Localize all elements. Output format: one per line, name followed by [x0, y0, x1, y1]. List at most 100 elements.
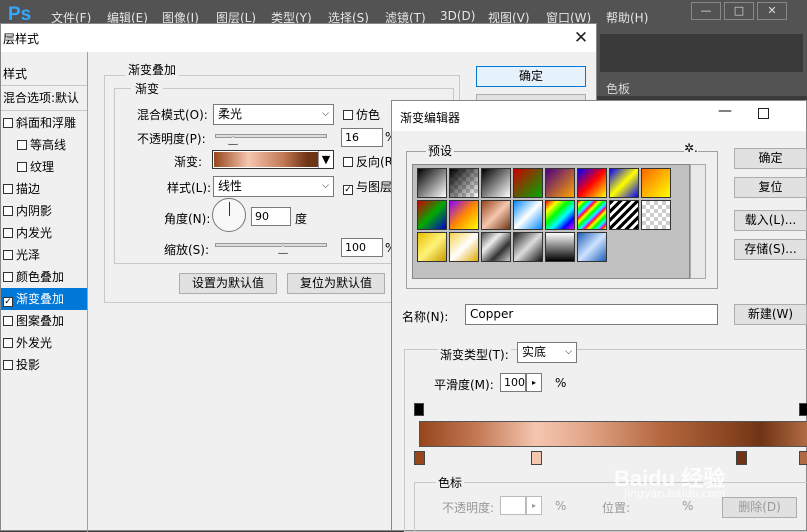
sidebar-item-inner-glow[interactable]: 内发光 — [1, 222, 87, 244]
checkbox[interactable] — [3, 316, 13, 326]
checkbox[interactable] — [3, 118, 13, 128]
sidebar-item-bevel-emboss[interactable]: 斜面和浮雕 — [1, 112, 87, 134]
color-stop[interactable] — [531, 451, 542, 465]
gradient-ok-button[interactable]: 确定 — [734, 148, 807, 169]
checkbox[interactable] — [3, 272, 13, 282]
gradient-save-button[interactable]: 存储(S)... — [734, 239, 807, 260]
preset-swatch[interactable] — [609, 168, 639, 198]
chevron-down-icon: ⌵ — [322, 181, 329, 191]
preset-swatch[interactable] — [641, 168, 671, 198]
gradient-type-select[interactable]: 实底 ⌵ — [517, 342, 577, 363]
preset-swatch[interactable] — [577, 200, 607, 230]
sidebar-item-drop-shadow[interactable]: 投影 — [1, 354, 87, 376]
stop-opacity-input[interactable] — [500, 496, 526, 515]
close-icon[interactable]: ✕ — [569, 27, 593, 49]
menu-3d[interactable]: 3D(D) — [440, 9, 475, 23]
preset-swatch[interactable] — [513, 168, 543, 198]
minimize-icon[interactable]: — — [714, 103, 736, 125]
dropdown-arrow-icon[interactable]: ▼ — [318, 151, 333, 168]
checkbox[interactable] — [3, 206, 13, 216]
set-default-button[interactable]: 设置为默认值 — [179, 273, 277, 294]
style-select[interactable]: 线性 ⌵ — [213, 176, 334, 197]
sidebar-item-pattern-overlay[interactable]: 图案叠加 — [1, 310, 87, 332]
sidebar-item-color-overlay[interactable]: 颜色叠加 — [1, 266, 87, 288]
sidebar-item-satin[interactable]: 光泽 — [1, 244, 87, 266]
scale-slider[interactable] — [215, 243, 327, 247]
preset-swatch[interactable] — [545, 168, 575, 198]
blend-mode-select[interactable]: 柔光 ⌵ — [213, 104, 334, 125]
preset-swatch[interactable] — [449, 200, 479, 230]
preset-swatch[interactable] — [513, 232, 543, 262]
color-stop[interactable] — [736, 451, 747, 465]
preset-swatch[interactable] — [449, 168, 479, 198]
align-with-layer-checkbox[interactable]: ✓ 与图层 — [343, 178, 392, 195]
delete-stop-button[interactable]: 删除(D) — [722, 497, 797, 518]
opacity-stop-right[interactable] — [799, 403, 807, 416]
smoothness-label: 平滑度(M): — [434, 378, 494, 392]
minimize-icon[interactable]: — — [691, 2, 721, 20]
checkbox[interactable] — [3, 338, 13, 348]
sidebar-item-stroke[interactable]: 描边 — [1, 178, 87, 200]
opacity-input[interactable]: 16 — [341, 128, 383, 147]
sidebar-header-styles[interactable]: 样式 — [1, 63, 87, 85]
presets-scrollbar[interactable] — [690, 164, 706, 279]
checkbox[interactable] — [3, 184, 13, 194]
gradient-picker[interactable]: ▼ — [212, 150, 334, 169]
new-gradient-button[interactable]: 新建(W) — [734, 304, 807, 325]
checkbox-checked[interactable]: ✓ — [3, 297, 13, 307]
opacity-slider[interactable] — [215, 134, 327, 138]
layer-style-ok-button[interactable]: 确定 — [476, 66, 586, 87]
maximize-icon[interactable]: □ — [724, 2, 754, 20]
preset-swatch[interactable] — [545, 200, 575, 230]
preset-swatch[interactable] — [417, 232, 447, 262]
checkbox[interactable] — [3, 228, 13, 238]
opacity-stop-left[interactable] — [414, 403, 424, 416]
checkbox[interactable] — [3, 360, 13, 370]
reset-default-button[interactable]: 复位为默认值 — [287, 273, 385, 294]
preset-swatch[interactable] — [609, 200, 639, 230]
gradient-label: 渐变: — [174, 155, 203, 169]
sidebar-item-gradient-overlay[interactable]: ✓ 渐变叠加 — [1, 288, 87, 310]
gradient-bar[interactable] — [419, 421, 807, 447]
app-close-icon[interactable]: ✕ — [757, 2, 787, 20]
preset-swatch[interactable] — [577, 168, 607, 198]
color-stop[interactable] — [799, 451, 807, 465]
swatches-tab[interactable]: 色板 — [606, 80, 630, 97]
angle-input[interactable]: 90 — [251, 207, 291, 226]
sidebar-item-blending-options[interactable]: 混合选项:默认 — [1, 87, 87, 109]
checkbox[interactable] — [3, 250, 13, 260]
preset-swatch[interactable] — [449, 232, 479, 262]
gradient-reset-button[interactable]: 复位 — [734, 177, 807, 198]
preset-swatch[interactable] — [641, 200, 671, 230]
gear-icon[interactable]: ✲. — [684, 141, 698, 155]
preset-swatch[interactable] — [481, 232, 511, 262]
preset-swatch[interactable] — [545, 232, 575, 262]
checkbox[interactable] — [17, 140, 27, 150]
gradient-preview — [214, 152, 318, 167]
reverse-checkbox[interactable]: 反向(R — [343, 153, 393, 170]
sidebar-item-outer-glow[interactable]: 外发光 — [1, 332, 87, 354]
stop-opacity-unit: % — [555, 499, 567, 513]
smoothness-arrow-icon[interactable]: ▸ — [526, 373, 542, 392]
sidebar-item-contour[interactable]: 等高线 — [1, 134, 87, 156]
dialog-title: 层样式 — [3, 32, 40, 46]
angle-dial[interactable] — [212, 198, 246, 232]
gradient-name-input[interactable]: Copper — [465, 304, 718, 325]
dither-checkbox[interactable]: 仿色 — [343, 106, 380, 123]
maximize-icon[interactable] — [758, 108, 769, 119]
menu-help[interactable]: 帮助(H) — [606, 9, 648, 26]
color-stop[interactable] — [414, 451, 425, 465]
gradient-load-button[interactable]: 载入(L)... — [734, 210, 807, 231]
preset-swatch-copper[interactable] — [481, 200, 511, 230]
scale-input[interactable]: 100 — [341, 238, 383, 257]
sidebar-item-inner-shadow[interactable]: 内阴影 — [1, 200, 87, 222]
sidebar-item-texture[interactable]: 纹理 — [1, 156, 87, 178]
preset-swatch[interactable] — [481, 168, 511, 198]
preset-swatch[interactable] — [513, 200, 543, 230]
preset-swatch[interactable] — [577, 232, 607, 262]
stop-opacity-arrow-icon[interactable]: ▸ — [526, 496, 542, 515]
preset-swatch[interactable] — [417, 168, 447, 198]
preset-swatch[interactable] — [417, 200, 447, 230]
checkbox[interactable] — [17, 162, 27, 172]
smoothness-input[interactable]: 100 — [500, 373, 526, 392]
